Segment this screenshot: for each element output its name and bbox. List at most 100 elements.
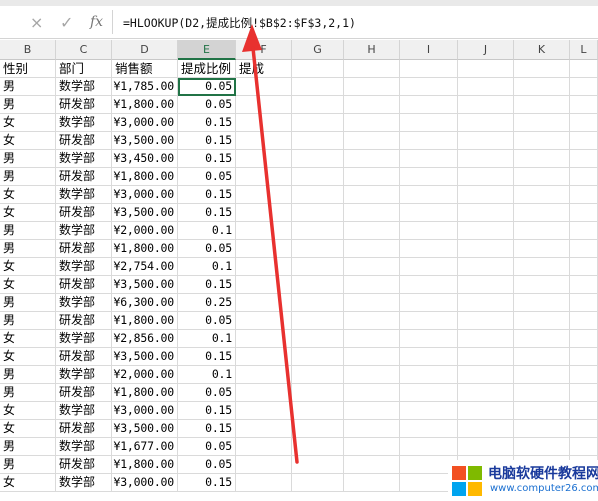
cell[interactable]: [400, 294, 458, 312]
cell[interactable]: [514, 258, 570, 276]
department-cell[interactable]: 研发部: [56, 384, 112, 402]
cell[interactable]: [292, 294, 344, 312]
department-cell[interactable]: 研发部: [56, 312, 112, 330]
header-cell-commission[interactable]: 提成: [236, 60, 292, 78]
cell[interactable]: [292, 186, 344, 204]
cell[interactable]: [458, 330, 514, 348]
cell[interactable]: [570, 330, 598, 348]
cell[interactable]: [458, 78, 514, 96]
gender-cell[interactable]: 男: [0, 96, 56, 114]
cell[interactable]: [570, 150, 598, 168]
department-cell[interactable]: 数学部: [56, 150, 112, 168]
rate-cell[interactable]: 0.1: [178, 258, 236, 276]
cell[interactable]: [400, 150, 458, 168]
cell[interactable]: [236, 366, 292, 384]
cell[interactable]: [400, 60, 458, 78]
sales-cell[interactable]: ¥3,450.00: [112, 150, 178, 168]
gender-cell[interactable]: 女: [0, 330, 56, 348]
cell[interactable]: [570, 348, 598, 366]
department-cell[interactable]: 数学部: [56, 294, 112, 312]
rate-cell[interactable]: 0.05: [178, 168, 236, 186]
gender-cell[interactable]: 女: [0, 276, 56, 294]
cell[interactable]: [570, 60, 598, 78]
cell[interactable]: [570, 402, 598, 420]
cell[interactable]: [344, 132, 400, 150]
header-cell-gender[interactable]: 性别: [0, 60, 56, 78]
cell[interactable]: [344, 150, 400, 168]
gender-cell[interactable]: 男: [0, 456, 56, 474]
column-header[interactable]: C: [56, 40, 112, 60]
sales-cell[interactable]: ¥1,800.00: [112, 96, 178, 114]
cell[interactable]: [514, 366, 570, 384]
cell[interactable]: [236, 384, 292, 402]
gender-cell[interactable]: 女: [0, 114, 56, 132]
active-cell[interactable]: 0.05: [178, 78, 236, 96]
sales-cell[interactable]: ¥1,800.00: [112, 240, 178, 258]
cell[interactable]: [292, 150, 344, 168]
cell[interactable]: [236, 222, 292, 240]
cell[interactable]: [400, 78, 458, 96]
cell[interactable]: [400, 438, 458, 456]
cell[interactable]: [458, 348, 514, 366]
column-header[interactable]: B: [0, 40, 56, 60]
cell[interactable]: [570, 258, 598, 276]
cell[interactable]: [570, 420, 598, 438]
cell[interactable]: [292, 78, 344, 96]
cell[interactable]: [292, 60, 344, 78]
cell[interactable]: [236, 114, 292, 132]
cell[interactable]: [344, 78, 400, 96]
cell[interactable]: [514, 438, 570, 456]
cell[interactable]: [400, 366, 458, 384]
cell[interactable]: [570, 438, 598, 456]
rate-cell[interactable]: 0.05: [178, 456, 236, 474]
department-cell[interactable]: 研发部: [56, 168, 112, 186]
header-cell-rate[interactable]: 提成比例: [178, 60, 236, 78]
sales-cell[interactable]: ¥3,000.00: [112, 186, 178, 204]
cell[interactable]: [344, 402, 400, 420]
cell[interactable]: [236, 474, 292, 492]
cell[interactable]: [344, 114, 400, 132]
cell[interactable]: [292, 240, 344, 258]
cell[interactable]: [458, 96, 514, 114]
sales-cell[interactable]: ¥3,500.00: [112, 348, 178, 366]
cell[interactable]: [344, 276, 400, 294]
cell[interactable]: [458, 60, 514, 78]
cell[interactable]: [400, 312, 458, 330]
cell[interactable]: [236, 294, 292, 312]
sales-cell[interactable]: ¥2,856.00: [112, 330, 178, 348]
gender-cell[interactable]: 男: [0, 438, 56, 456]
department-cell[interactable]: 数学部: [56, 258, 112, 276]
cell[interactable]: [458, 150, 514, 168]
cell[interactable]: [292, 330, 344, 348]
department-cell[interactable]: 研发部: [56, 240, 112, 258]
cell[interactable]: [458, 294, 514, 312]
cell[interactable]: [236, 456, 292, 474]
cell[interactable]: [570, 204, 598, 222]
column-header[interactable]: G: [292, 40, 344, 60]
cell[interactable]: [514, 96, 570, 114]
cell[interactable]: [458, 366, 514, 384]
cell[interactable]: [344, 330, 400, 348]
rate-cell[interactable]: 0.15: [178, 186, 236, 204]
cell[interactable]: [570, 312, 598, 330]
cell[interactable]: [400, 384, 458, 402]
rate-cell[interactable]: 0.05: [178, 312, 236, 330]
cell[interactable]: [514, 348, 570, 366]
column-header[interactable]: K: [514, 40, 570, 60]
cell[interactable]: [514, 60, 570, 78]
sales-cell[interactable]: ¥3,000.00: [112, 474, 178, 492]
rate-cell[interactable]: 0.15: [178, 114, 236, 132]
rate-cell[interactable]: 0.1: [178, 222, 236, 240]
cell[interactable]: [570, 132, 598, 150]
cell[interactable]: [570, 366, 598, 384]
column-header[interactable]: D: [112, 40, 178, 60]
cell[interactable]: [514, 402, 570, 420]
gender-cell[interactable]: 女: [0, 402, 56, 420]
cell[interactable]: [292, 438, 344, 456]
sales-cell[interactable]: ¥1,800.00: [112, 168, 178, 186]
cell[interactable]: [344, 348, 400, 366]
gender-cell[interactable]: 男: [0, 240, 56, 258]
cell[interactable]: [458, 384, 514, 402]
cell[interactable]: [292, 258, 344, 276]
rate-cell[interactable]: 0.15: [178, 402, 236, 420]
